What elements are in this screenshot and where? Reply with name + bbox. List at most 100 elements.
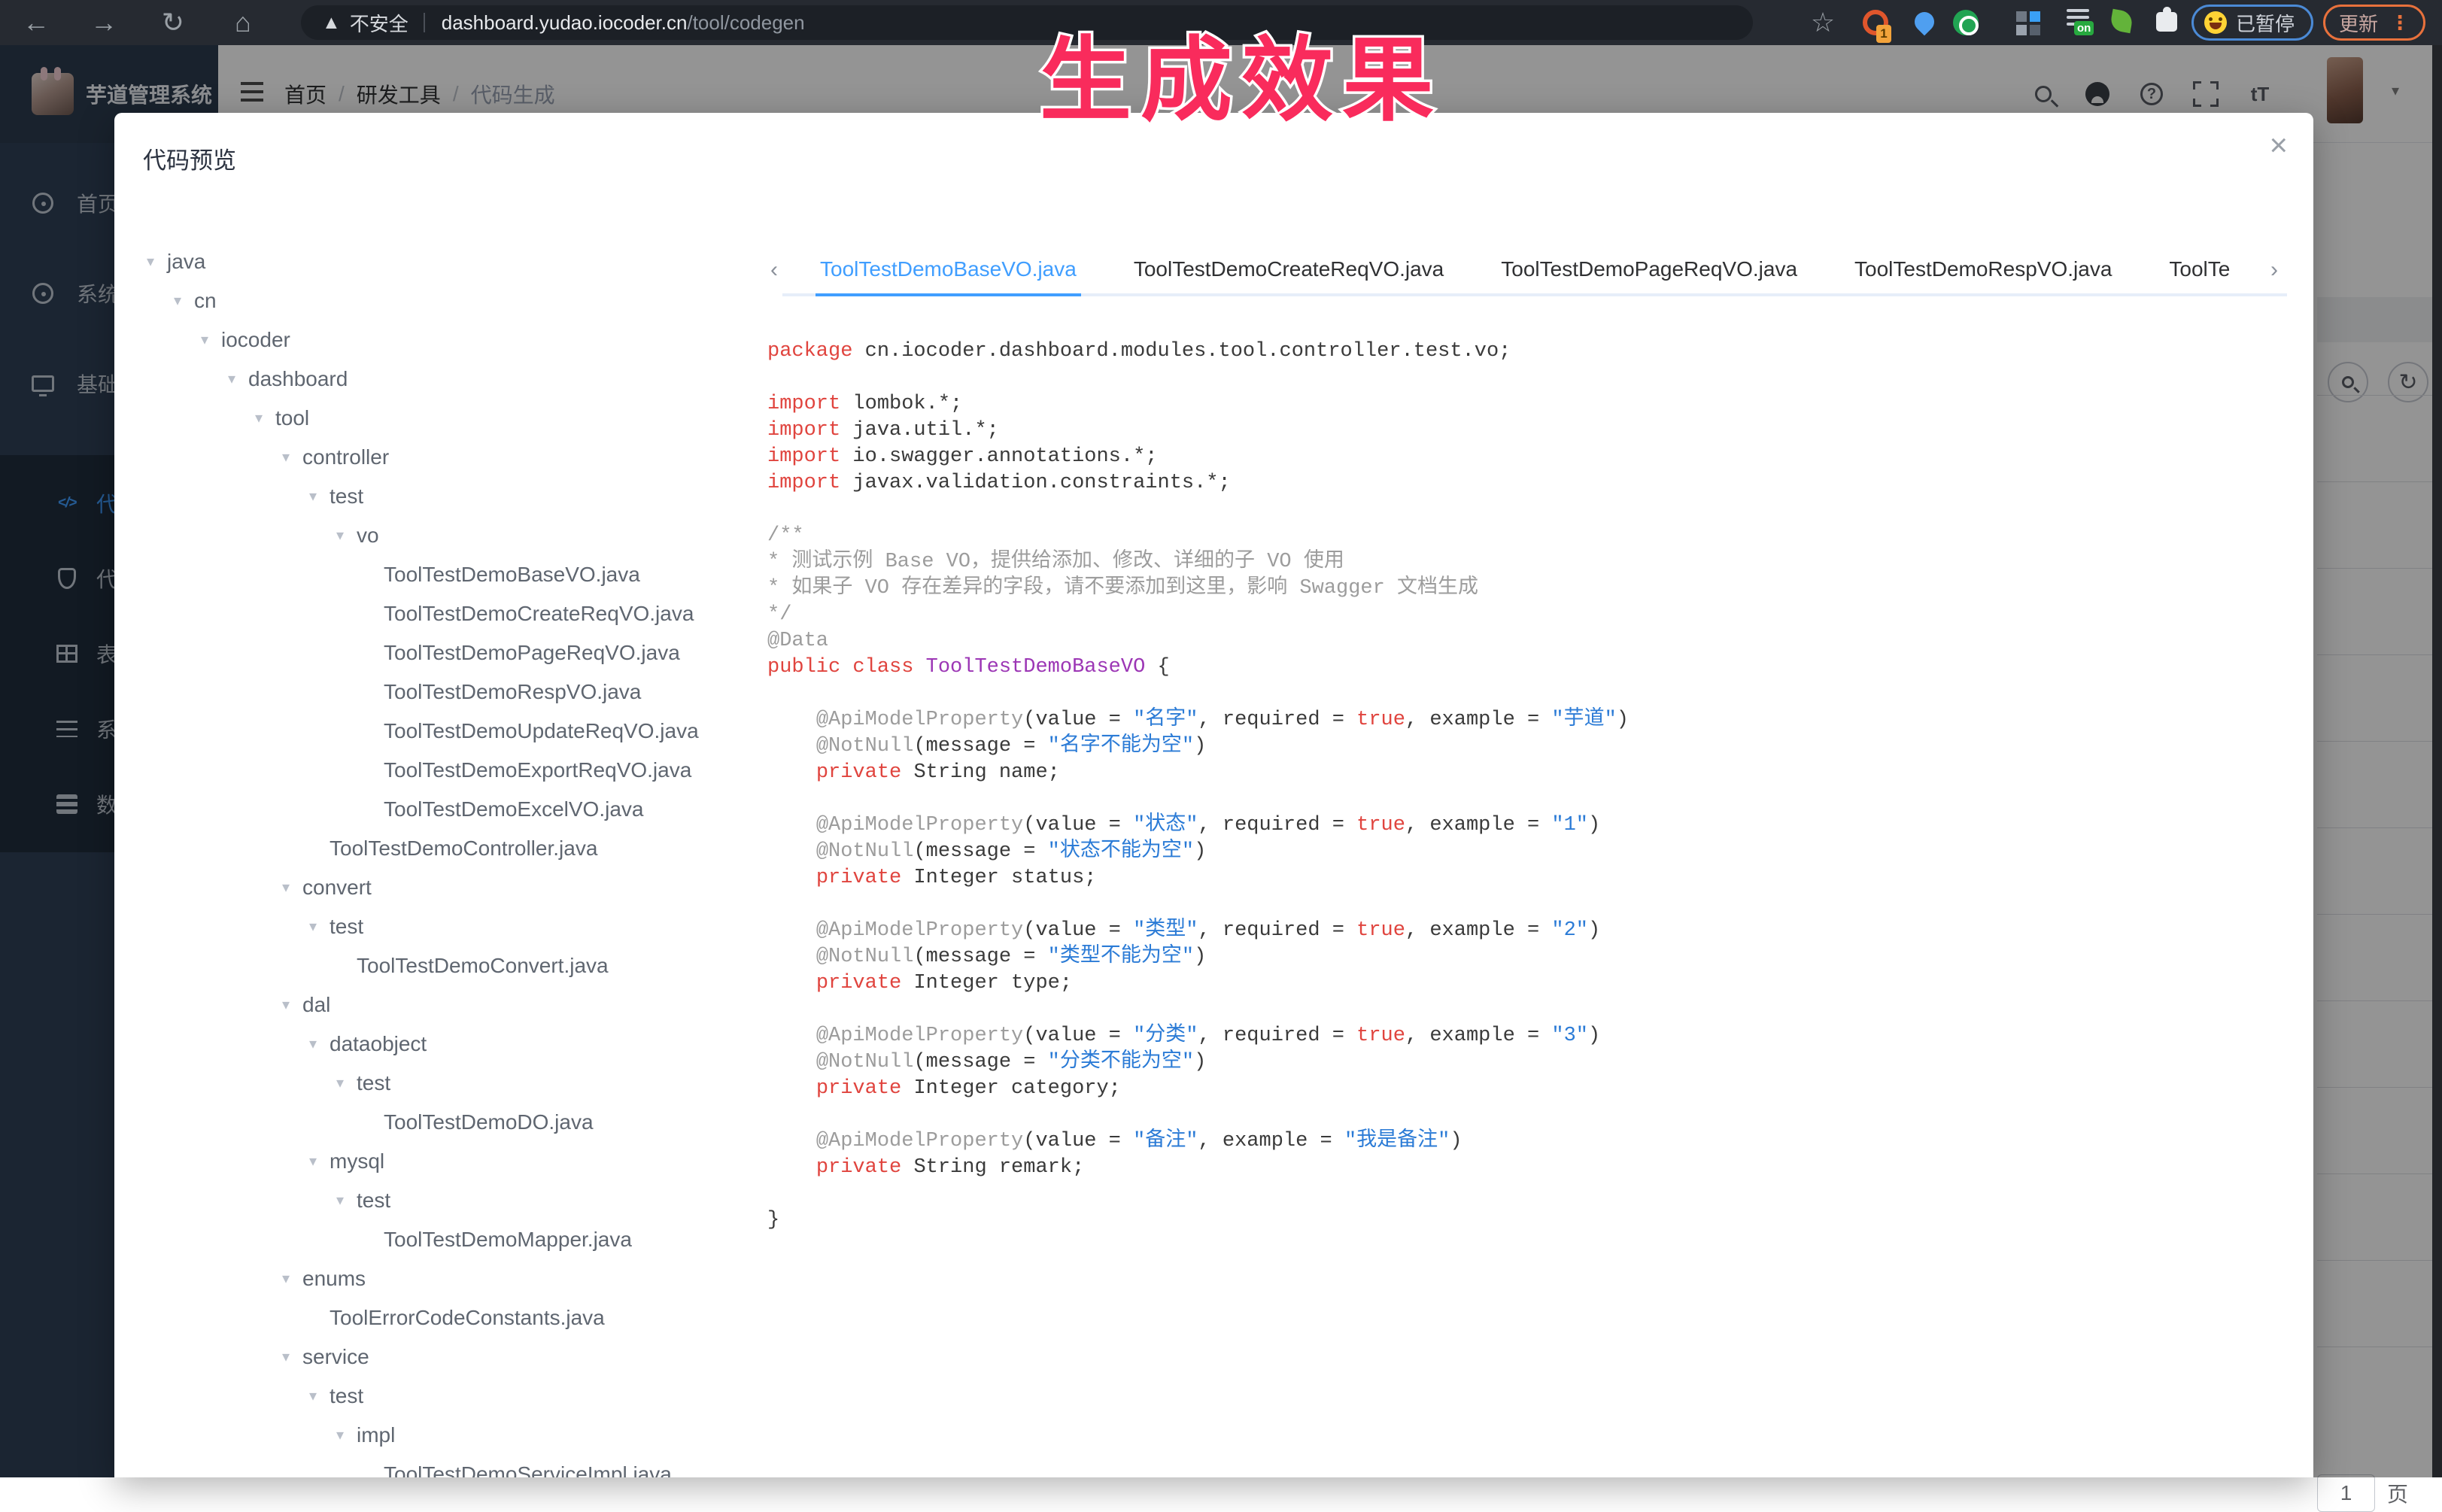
code-token: java.util.*; (852, 419, 998, 442)
code-line: @ApiModelProperty(value = "备注", example … (767, 1128, 2291, 1155)
tree-file[interactable]: ToolTestDemoConvert.java (147, 946, 741, 985)
security-label[interactable]: 不安全 (350, 9, 409, 37)
tree-file[interactable]: ToolTestDemoServiceImpl.java (147, 1455, 741, 1477)
tree-folder[interactable]: ▾tool (147, 399, 741, 438)
tree-folder[interactable]: ▾iocoder (147, 320, 741, 360)
code-line: @NotNull(message = "分类不能为空") (767, 1049, 2291, 1076)
tree-folder[interactable]: ▾test (147, 1181, 741, 1220)
expand-caret-icon[interactable]: ▾ (174, 281, 194, 320)
code-token: String remark; (913, 1156, 1084, 1179)
expand-caret-icon[interactable]: ▾ (282, 1259, 302, 1298)
browser-scrollbar[interactable] (2432, 45, 2442, 1477)
expand-caret-icon[interactable]: ▾ (336, 1416, 357, 1455)
extension-icon-orange[interactable]: 1 (1863, 10, 1888, 35)
code-token (767, 814, 816, 836)
dialog-title: 代码预览 (143, 141, 236, 175)
expand-caret-icon[interactable]: ▾ (282, 1337, 302, 1377)
tree-folder[interactable]: ▾controller (147, 438, 741, 477)
tree-folder[interactable]: ▾cn (147, 281, 741, 320)
tree-folder[interactable]: ▾test (147, 1377, 741, 1416)
tabs-scroll-left-icon[interactable]: ‹ (770, 257, 778, 283)
reload-icon[interactable]: ↻ (150, 0, 196, 45)
expand-caret-icon[interactable]: ▾ (147, 242, 167, 281)
tree-file[interactable]: ToolTestDemoRespVO.java (147, 673, 741, 712)
tree-file[interactable]: ToolTestDemoPageReqVO.java (147, 633, 741, 673)
tree-folder[interactable]: ▾dataobject (147, 1025, 741, 1064)
tree-file[interactable]: ToolTestDemoController.java (147, 829, 741, 868)
profile-paused-chip[interactable]: 已暂停 (2191, 5, 2313, 41)
back-icon[interactable]: ← (14, 0, 59, 45)
expand-caret-icon[interactable]: ▾ (336, 1181, 357, 1220)
tree-file[interactable]: ToolTestDemoExcelVO.java (147, 790, 741, 829)
file-tab-label: ToolTestDemoBaseVO.java (820, 257, 1077, 281)
expand-caret-icon[interactable]: ▾ (255, 399, 275, 438)
expand-caret-icon[interactable]: ▾ (282, 438, 302, 477)
tabs-scroll-right-icon[interactable]: › (2270, 257, 2278, 283)
expand-caret-icon[interactable]: ▾ (309, 1025, 330, 1064)
expand-caret-icon[interactable]: ▾ (282, 985, 302, 1025)
file-tab[interactable]: ToolTestDemoCreateReqVO.java (1105, 248, 1472, 290)
code-viewer[interactable]: package cn.iocoder.dashboard.modules.too… (767, 339, 2291, 1477)
expand-caret-icon[interactable]: ▾ (201, 320, 221, 360)
bookmark-star-icon[interactable]: ☆ (1800, 0, 1845, 45)
extension-icon-green[interactable] (1953, 10, 1979, 35)
paused-label: 已暂停 (2236, 9, 2295, 37)
tree-folder[interactable]: ▾enums (147, 1259, 741, 1298)
tree-folder[interactable]: ▾impl (147, 1416, 741, 1455)
expand-caret-icon[interactable]: ▾ (228, 360, 248, 399)
page-number-input[interactable] (2317, 1474, 2375, 1512)
tree-folder[interactable]: ▾dal (147, 985, 741, 1025)
extension-icon-pin[interactable] (1911, 8, 1939, 36)
file-tab[interactable]: ToolTe (2140, 248, 2258, 290)
tree-folder[interactable]: ▾mysql (147, 1142, 741, 1181)
extensions-puzzle-icon[interactable] (2156, 12, 2177, 32)
forward-icon[interactable]: → (81, 0, 126, 45)
code-token: "类型不能为空" (1048, 946, 1194, 968)
tree-file[interactable]: ToolErrorCodeConstants.java (147, 1298, 741, 1337)
tree-file[interactable]: ToolTestDemoDO.java (147, 1103, 741, 1142)
browser-menu-icon[interactable]: ⋮ (2390, 18, 2410, 27)
code-line: /** (767, 523, 2291, 549)
expand-caret-icon[interactable]: ▾ (309, 1142, 330, 1181)
tree-file[interactable]: ToolTestDemoMapper.java (147, 1220, 741, 1259)
expand-caret-icon[interactable]: ▾ (336, 1064, 357, 1103)
extension-icon-grid[interactable] (2016, 11, 2042, 37)
code-token (767, 1051, 816, 1073)
code-line (767, 891, 2291, 918)
tree-folder[interactable]: ▾test (147, 907, 741, 946)
tree-file[interactable]: ToolTestDemoExportReqVO.java (147, 751, 741, 790)
tree-file[interactable]: ToolTestDemoCreateReqVO.java (147, 594, 741, 633)
tree-folder[interactable]: ▾test (147, 1064, 741, 1103)
code-token: @ApiModelProperty (816, 709, 1023, 731)
home-icon[interactable]: ⌂ (220, 0, 266, 45)
tree-folder[interactable]: ▾java (147, 242, 741, 281)
expand-caret-icon[interactable]: ▾ (309, 477, 330, 516)
tree-folder[interactable]: ▾vo (147, 516, 741, 555)
file-tab[interactable]: ToolTestDemoPageReqVO.java (1472, 248, 1826, 290)
tree-folder[interactable]: ▾test (147, 477, 741, 516)
file-tab[interactable]: ToolTestDemoBaseVO.java (791, 248, 1105, 290)
tree-folder[interactable]: ▾service (147, 1337, 741, 1377)
code-line (767, 1181, 2291, 1207)
expand-caret-icon[interactable]: ▾ (336, 516, 357, 555)
file-tab-label: ToolTestDemoPageReqVO.java (1501, 257, 1797, 281)
expand-caret-icon[interactable]: ▾ (309, 1377, 330, 1416)
code-line: import javax.validation.constraints.*; (767, 470, 2291, 496)
extension-icon-plant[interactable] (2109, 9, 2134, 33)
address-bar[interactable]: ▲ 不安全 dashboard.yudao.iocoder.cn/tool/co… (301, 5, 1753, 40)
tree-file[interactable]: ToolTestDemoBaseVO.java (147, 555, 741, 594)
code-token: ) (1194, 840, 1206, 863)
tree-node-label: service (302, 1337, 369, 1377)
chrome-update-button[interactable]: 更新 ⋮ (2323, 5, 2425, 41)
tree-folder[interactable]: ▾dashboard (147, 360, 741, 399)
tree-folder[interactable]: ▾convert (147, 868, 741, 907)
code-line: * 测试示例 Base VO，提供给添加、修改、详细的子 VO 使用 (767, 549, 2291, 575)
expand-caret-icon[interactable]: ▾ (282, 868, 302, 907)
tree-node-label: test (330, 477, 363, 516)
close-icon[interactable]: × (2269, 129, 2288, 161)
file-tab[interactable]: ToolTestDemoRespVO.java (1826, 248, 2140, 290)
expand-caret-icon[interactable]: ▾ (309, 907, 330, 946)
code-token: private (816, 972, 914, 994)
extension-icon-list[interactable]: on (2067, 9, 2092, 35)
tree-file[interactable]: ToolTestDemoUpdateReqVO.java (147, 712, 741, 751)
